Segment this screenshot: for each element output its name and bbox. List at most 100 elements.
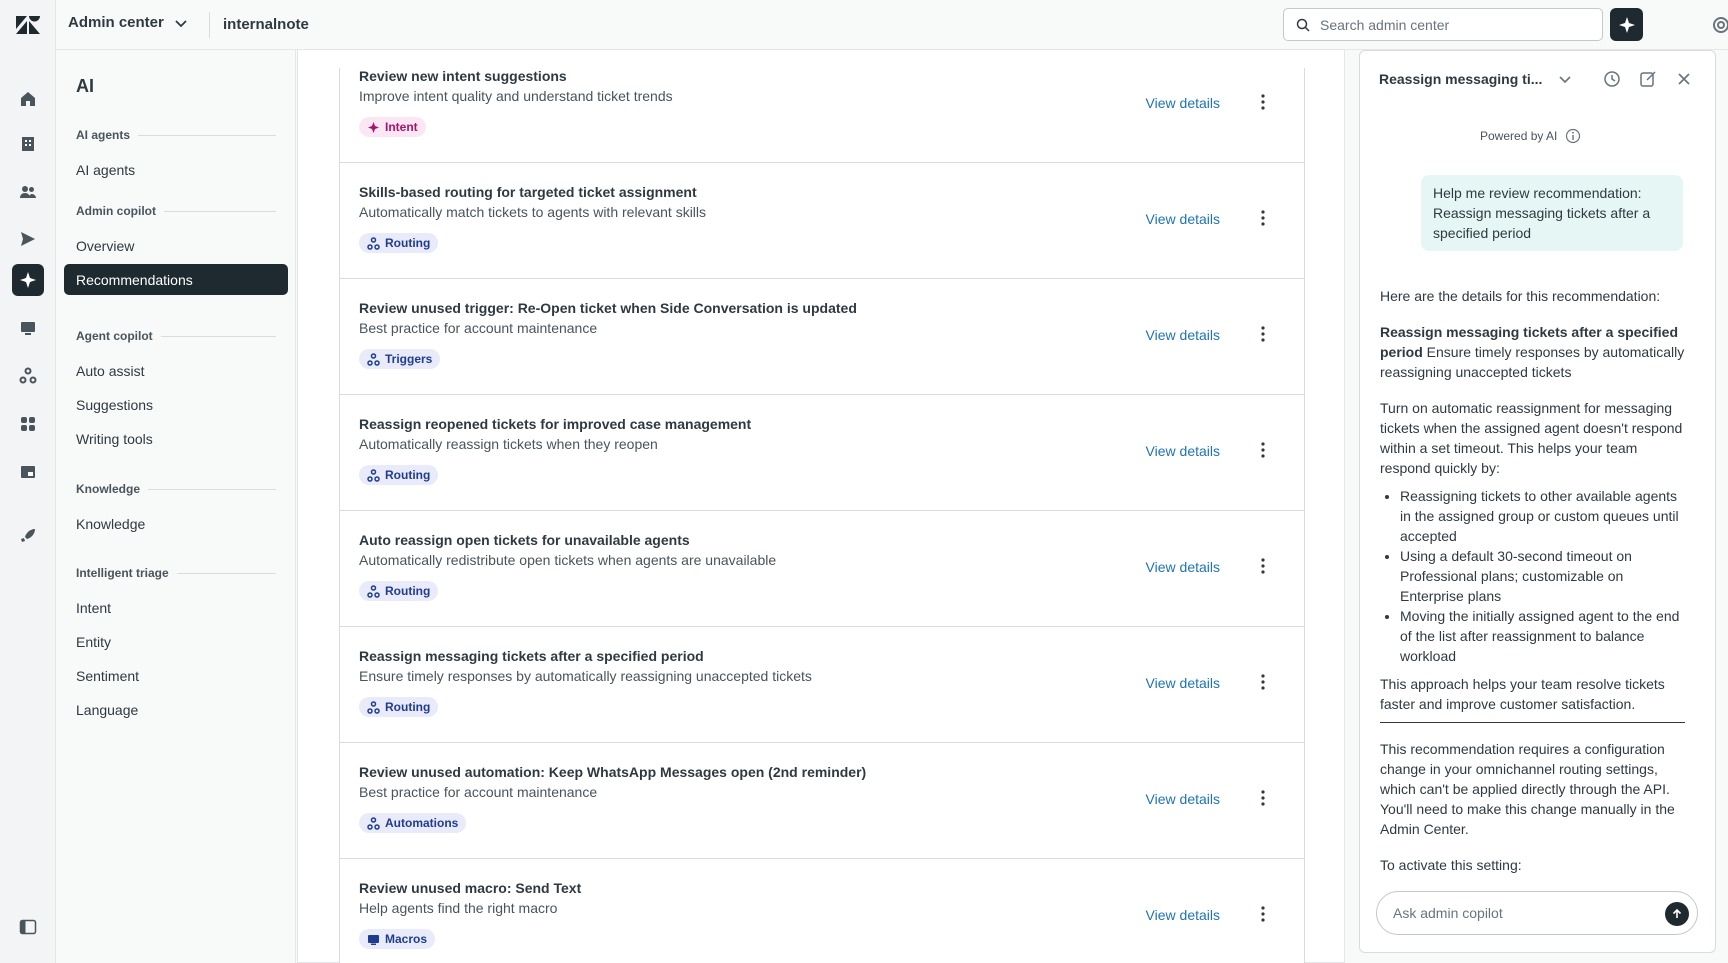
tag-badge: Routing [359, 465, 439, 485]
more-options-icon[interactable] [1255, 441, 1271, 459]
new-chat-icon[interactable] [1639, 70, 1657, 88]
more-options-icon[interactable] [1255, 209, 1271, 227]
nav-item-suggestions[interactable]: Suggestions [64, 389, 288, 420]
view-details-link[interactable]: View details [1146, 907, 1220, 923]
nav-item-sentiment[interactable]: Sentiment [64, 660, 288, 691]
nav-group-intelligent-triage: Intelligent triage [76, 566, 276, 580]
more-options-icon[interactable] [1255, 673, 1271, 691]
more-options-icon[interactable] [1255, 905, 1271, 923]
nav-group-admin-copilot: Admin copilot [76, 204, 276, 218]
tag-badge: Routing [359, 581, 439, 601]
nav-item-overview[interactable]: Overview [64, 230, 288, 261]
more-options-icon[interactable] [1255, 325, 1271, 343]
help-lifebuoy-icon[interactable] [1712, 16, 1728, 34]
search-input[interactable]: Search admin center [1283, 8, 1603, 41]
objects-rules-icon[interactable] [14, 362, 42, 390]
view-details-link[interactable]: View details [1146, 327, 1220, 343]
tag-label: Macros [385, 932, 428, 946]
send-button[interactable] [1665, 902, 1689, 926]
recommendation-description: Automatically match tickets to agents wi… [359, 204, 707, 220]
routing-icon [367, 584, 380, 598]
routing-icon [367, 468, 380, 482]
recommendation-description: Best practice for account maintenance [359, 784, 598, 800]
view-details-link[interactable]: View details [1146, 95, 1220, 111]
sidebar-toggle-icon[interactable] [19, 918, 37, 936]
nav-item-writing-tools[interactable]: Writing tools [64, 423, 288, 454]
close-icon[interactable] [1675, 70, 1693, 88]
recommendation-row: Review unused trigger: Re-Open ticket wh… [340, 279, 1304, 395]
routing-icon [367, 236, 380, 250]
account-icon[interactable] [14, 458, 42, 486]
panel-title: Reassign messaging ti... [1379, 71, 1543, 87]
view-details-link[interactable]: View details [1146, 675, 1220, 691]
nav-item-intent[interactable]: Intent [64, 592, 288, 623]
ai-bullet: Reassigning tickets to other available a… [1400, 486, 1685, 546]
sparkle-icon [1618, 16, 1635, 33]
rocket-icon[interactable] [14, 522, 42, 550]
nav-item-entity[interactable]: Entity [64, 626, 288, 657]
recommendations-card: Review new intent suggestions Improve in… [297, 50, 1345, 963]
nav-item-recommendations[interactable]: Recommendations [64, 264, 288, 295]
recommendation-description: Help agents find the right macro [359, 900, 558, 916]
tag-label: Routing [385, 700, 431, 714]
tag-badge: Intent [359, 117, 426, 137]
nav-item-knowledge[interactable]: Knowledge [64, 508, 288, 539]
ask-copilot-input[interactable]: Ask admin copilot [1376, 891, 1698, 935]
search-placeholder: Search admin center [1320, 16, 1450, 33]
zendesk-logo-icon[interactable] [15, 15, 41, 35]
subdomain-label: internalnote [223, 16, 309, 33]
ai-divider [1380, 722, 1685, 723]
apps-integrations-icon[interactable] [14, 410, 42, 438]
recommendation-row: Review unused automation: Keep WhatsApp … [340, 743, 1304, 859]
product-name: Admin center [68, 14, 164, 31]
chevron-down-icon [1559, 76, 1571, 84]
product-switcher[interactable]: Admin center [68, 14, 188, 31]
conversation-title-dropdown[interactable]: Reassign messaging ti... [1379, 71, 1572, 87]
recommendation-row: Skills-based routing for targeted ticket… [340, 163, 1304, 279]
recommendation-title: Auto reassign open tickets for unavailab… [359, 532, 690, 548]
tag-label: Routing [385, 236, 431, 250]
channels-send-icon[interactable] [14, 225, 42, 253]
arrow-up-icon [1672, 908, 1682, 918]
main-content: Review new intent suggestions Improve in… [297, 50, 1345, 963]
routing-icon [367, 700, 380, 714]
recommendation-row: Reassign reopened tickets for improved c… [340, 395, 1304, 511]
recommendations-list: Review new intent suggestions Improve in… [339, 68, 1305, 963]
ai-closing: This approach helps your team resolve ti… [1380, 676, 1665, 712]
ai-bullet: Using a default 30-second timeout on Pro… [1400, 546, 1685, 606]
more-options-icon[interactable] [1255, 789, 1271, 807]
history-icon[interactable] [1603, 70, 1621, 88]
workspaces-icon[interactable] [14, 314, 42, 342]
nav-item-auto-assist[interactable]: Auto assist [64, 355, 288, 386]
tag-label: Routing [385, 468, 431, 482]
view-details-link[interactable]: View details [1146, 211, 1220, 227]
recommendation-title: Review unused automation: Keep WhatsApp … [359, 764, 867, 780]
more-options-icon[interactable] [1255, 557, 1271, 575]
building-icon[interactable] [14, 130, 42, 158]
recommendation-row: Review new intent suggestions Improve in… [340, 68, 1304, 163]
macro-icon [368, 934, 379, 945]
tag-badge: Routing [359, 697, 439, 717]
product-rail [0, 0, 56, 963]
recommendation-title: Reassign reopened tickets for improved c… [359, 416, 752, 432]
recommendation-description: Best practice for account maintenance [359, 320, 598, 336]
admin-copilot-button[interactable] [1610, 8, 1643, 41]
people-icon[interactable] [14, 178, 42, 206]
view-details-link[interactable]: View details [1146, 791, 1220, 807]
view-details-link[interactable]: View details [1146, 559, 1220, 575]
topbar-divider [209, 12, 210, 38]
more-options-icon[interactable] [1255, 93, 1271, 111]
recommendation-title: Review unused trigger: Re-Open ticket wh… [359, 300, 857, 316]
ai-sparkle-icon[interactable] [12, 264, 44, 296]
home-icon[interactable] [14, 85, 42, 113]
ai-bullet-list: Reassigning tickets to other available a… [1380, 486, 1685, 666]
nav-item-ai-agents[interactable]: AI agents [64, 154, 288, 185]
ai-response: Here are the details for this recommenda… [1380, 286, 1685, 891]
ai-body: Turn on automatic reassignment for messa… [1380, 400, 1683, 476]
info-icon[interactable] [1565, 128, 1581, 144]
view-details-link[interactable]: View details [1146, 443, 1220, 459]
recommendation-row: Reassign messaging tickets after a speci… [340, 627, 1304, 743]
nav-group-agent-copilot: Agent copilot [76, 329, 276, 343]
nav-item-language[interactable]: Language [64, 694, 288, 725]
tag-label: Routing [385, 584, 431, 598]
